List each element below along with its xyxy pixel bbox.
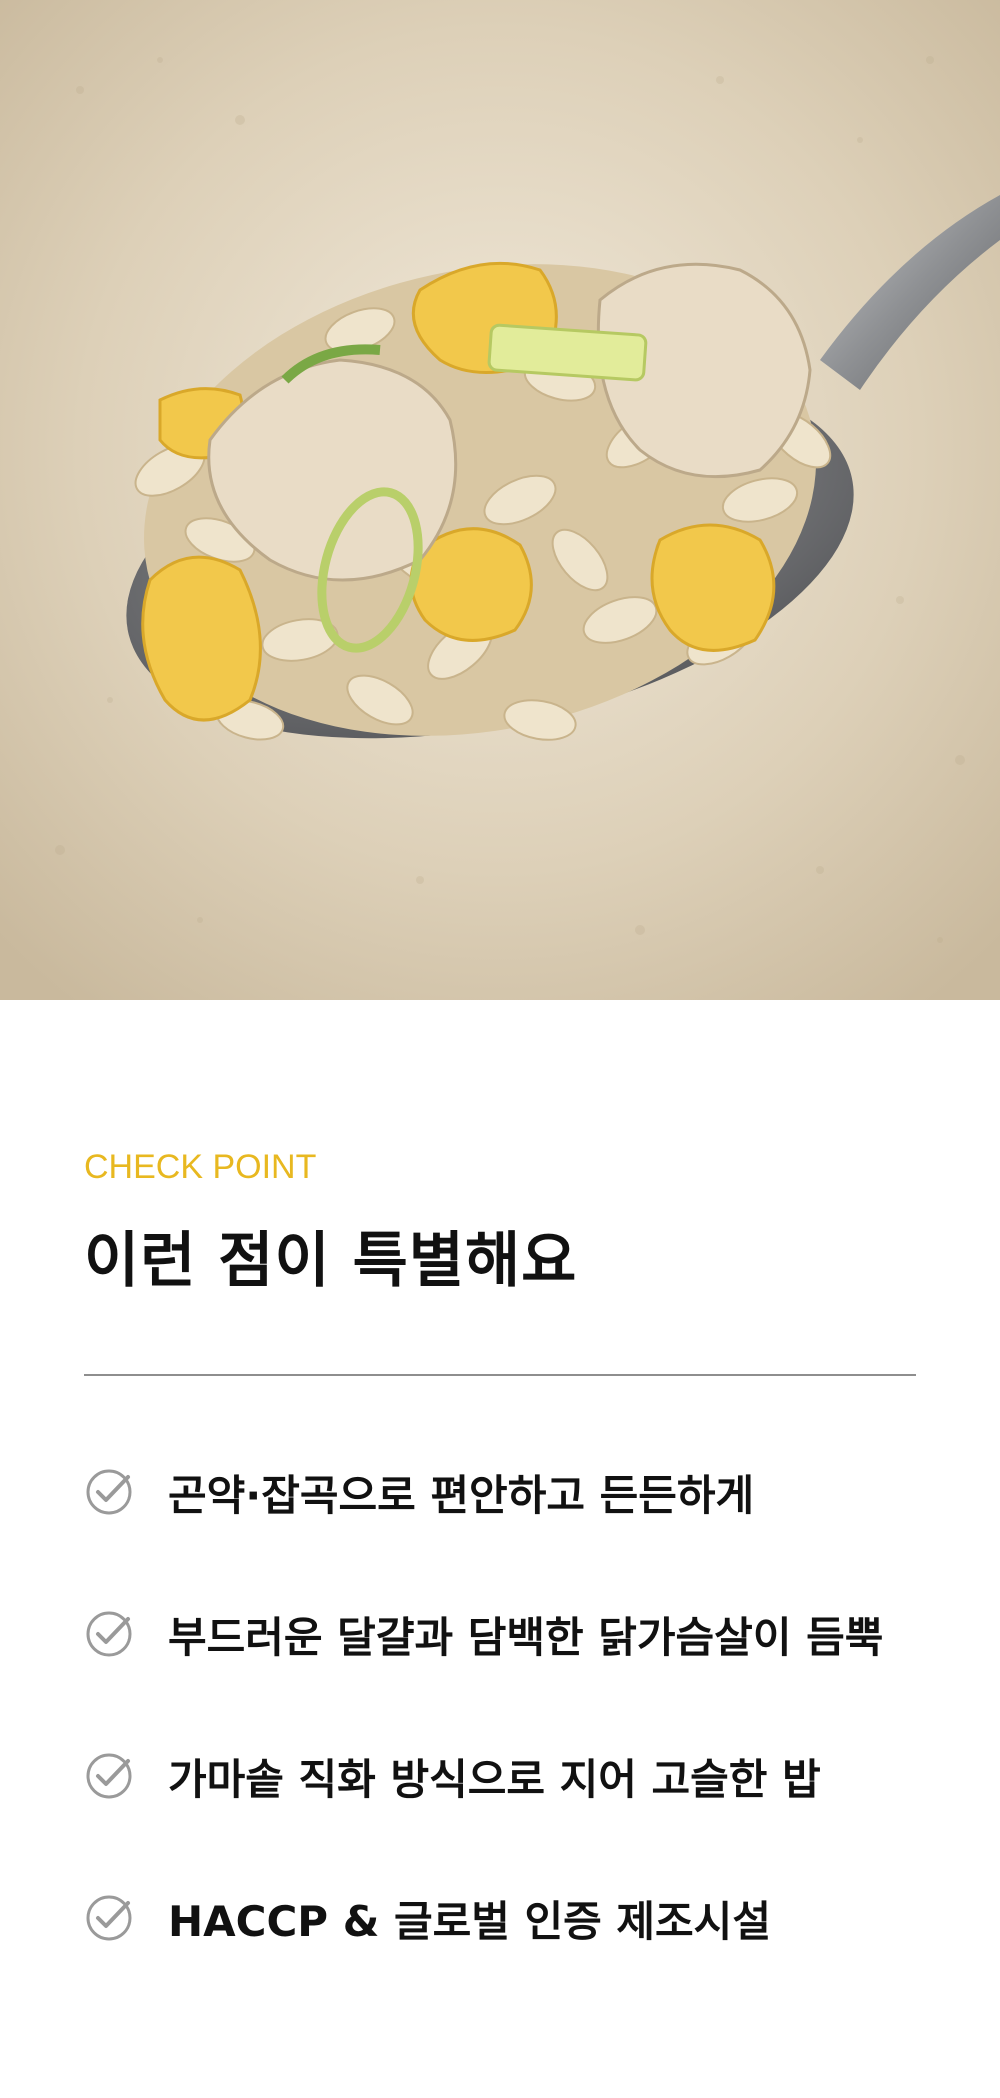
feature-item: 곤약·잡곡으로 편안하고 든든하게 [84, 1462, 934, 1522]
check-circle-icon [86, 1611, 132, 1657]
rice-spoon-illustration [0, 0, 1000, 1000]
feature-text: 곤약·잡곡으로 편안하고 든든하게 [168, 1470, 755, 1520]
feature-text: 부드러운 달걀과 담백한 닭가슴살이 듬뿍 [168, 1612, 884, 1662]
check-circle-icon [86, 1753, 132, 1799]
feature-text: 가마솥 직화 방식으로 지어 고슬한 밥 [168, 1754, 821, 1804]
section-divider [84, 1374, 916, 1376]
section-eyebrow: CHECK POINT [84, 1148, 317, 1186]
feature-item: 부드러운 달걀과 담백한 닭가슴살이 듬뿍 [84, 1604, 934, 1664]
feature-item: 가마솥 직화 방식으로 지어 고슬한 밥 [84, 1746, 934, 1806]
feature-text: HACCP & 글로벌 인증 제조시설 [168, 1896, 771, 1946]
check-circle-icon [86, 1895, 132, 1941]
feature-item: HACCP & 글로벌 인증 제조시설 [84, 1888, 934, 1948]
section-title: 이런 점이 특별해요 [84, 1226, 578, 1296]
feature-section: CHECK POINT 이런 점이 특별해요 곤약·잡곡으로 편안하고 든든하게… [0, 1000, 1000, 2098]
hero-photo [0, 0, 1000, 1000]
check-circle-icon [86, 1469, 132, 1515]
